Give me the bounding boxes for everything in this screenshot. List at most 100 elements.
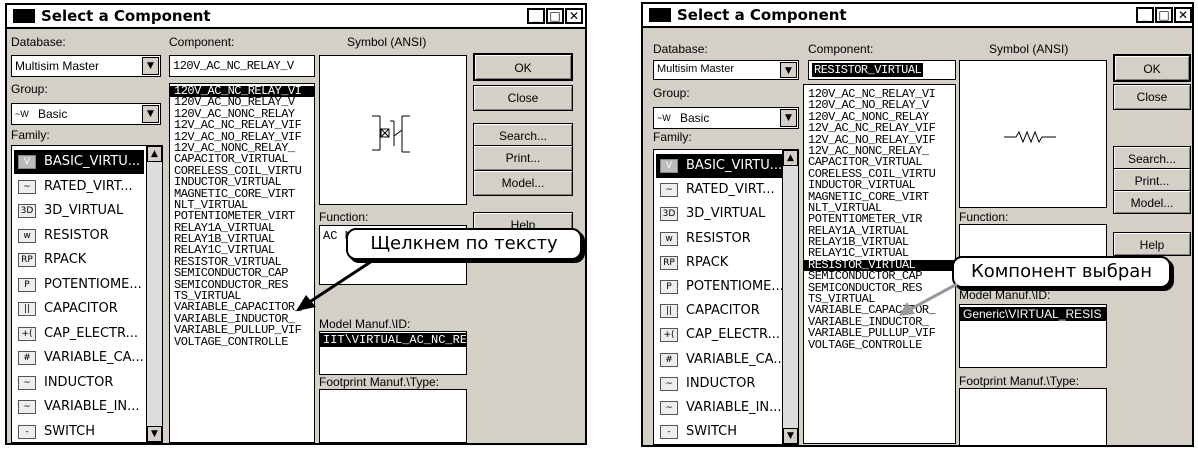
callout-click-text: Щелкнем по тексту: [346, 228, 582, 260]
component-input[interactable]: 120V_AC_NC_RELAY_V: [169, 55, 315, 77]
family-label: 3D_VIRTUAL: [44, 203, 124, 218]
print-button[interactable]: Print...: [473, 145, 573, 171]
family-item[interactable]: # VARIABLE_CA...: [14, 346, 144, 370]
window-title: Select a Component: [677, 6, 847, 24]
family-item[interactable]: +(CAP_ELECTR...: [656, 323, 786, 347]
model-list[interactable]: IIT\VIRTUAL_AC_NC_RE: [319, 331, 467, 375]
close-icon[interactable]: ✕: [1174, 7, 1192, 23]
family-icon: ~: [660, 183, 678, 198]
ok-button[interactable]: OK: [473, 53, 573, 81]
chevron-down-icon[interactable]: ▼: [142, 57, 159, 75]
close-button[interactable]: Close: [473, 85, 573, 111]
family-icon: -: [18, 424, 36, 439]
scroll-down-icon[interactable]: ▼: [147, 426, 162, 442]
footprint-list[interactable]: [959, 388, 1107, 446]
chevron-down-icon[interactable]: ▼: [142, 105, 159, 123]
family-item[interactable]: 3D 3D_VIRTUAL: [656, 202, 786, 226]
family-label: INDUCTOR: [44, 374, 114, 390]
family-item[interactable]: ~ INDUCTOR: [14, 371, 144, 395]
family-item[interactable]: || CAPACITOR: [14, 297, 144, 321]
family-label: CAP_ELECTR...: [686, 327, 780, 343]
model-list[interactable]: Generic\VIRTUAL_RESIS: [959, 304, 1107, 368]
print-button[interactable]: Print...: [1113, 168, 1191, 192]
family-item[interactable]: w RESISTOR: [14, 224, 144, 248]
family-label: RESISTOR: [44, 227, 109, 243]
family-item[interactable]: ~ RATED_VIRT...: [14, 175, 144, 199]
family-icon: ~: [660, 376, 678, 391]
minimize-icon[interactable]: _: [1136, 7, 1154, 23]
minimize-icon[interactable]: _: [527, 8, 545, 24]
component-list[interactable]: 120V_AC_NC_RELAY_VI 120V_AC_NO_RELAY_V 120…: [803, 84, 956, 444]
family-icon: RP: [18, 253, 36, 267]
function-label: Function:: [959, 210, 1009, 224]
family-icon: ||: [660, 304, 678, 319]
family-label: RESISTOR: [686, 230, 751, 246]
family-label: BASIC_VIRTU...: [44, 154, 141, 169]
chevron-down-icon[interactable]: ▼: [780, 62, 797, 78]
component-input[interactable]: RESISTOR_VIRTUAL: [808, 60, 956, 80]
group-select[interactable]: ~W Basic ▼: [11, 103, 161, 125]
chevron-down-icon[interactable]: ▼: [780, 109, 797, 127]
family-icon: #: [660, 352, 678, 367]
database-select[interactable]: Multisim Master ▼: [653, 60, 799, 80]
component-item[interactable]: VOLTAGE_CONTROLLE: [804, 338, 955, 351]
symbol-preview: [959, 60, 1107, 208]
group-value: Basic: [38, 107, 68, 121]
family-scrollbar[interactable]: ▲ ▼: [146, 146, 162, 442]
model-selected-item[interactable]: IIT\VIRTUAL_AC_NC_RE: [320, 333, 466, 347]
family-label: Family:: [653, 130, 692, 144]
family-icon: w: [18, 228, 36, 243]
family-item[interactable]: V BASIC_VIRTU...: [14, 150, 144, 174]
family-item[interactable]: || CAPACITOR: [656, 299, 786, 323]
family-item[interactable]: w RESISTOR: [656, 227, 786, 251]
ok-button[interactable]: OK: [1113, 54, 1191, 82]
family-icon: P: [18, 277, 36, 292]
family-item[interactable]: # VARIABLE_CA...: [656, 348, 786, 372]
family-scrollbar[interactable]: ▲ ▼: [782, 150, 798, 444]
family-label: VARIABLE_CA...: [686, 351, 786, 367]
family-item[interactable]: - SWITCH: [14, 420, 144, 444]
database-label: Database:: [11, 35, 66, 49]
family-item[interactable]: - SWITCH: [656, 420, 786, 444]
family-label: INDUCTOR: [686, 375, 756, 391]
help-button[interactable]: Help: [1113, 232, 1191, 256]
model-selected-item[interactable]: Generic\VIRTUAL_RESIS: [960, 307, 1106, 321]
family-item[interactable]: 3D 3D_VIRTUAL: [14, 199, 144, 223]
family-item[interactable]: P POTENTIOME...: [14, 273, 144, 297]
close-button[interactable]: Close: [1113, 84, 1191, 110]
close-icon[interactable]: ✕: [565, 8, 583, 24]
family-list[interactable]: V BASIC_VIRTU... ~ RATED_VIRT... 3D 3D_VIRTUA…: [653, 149, 799, 445]
family-label: POTENTIOME...: [44, 276, 142, 292]
footprint-list[interactable]: [319, 389, 467, 443]
family-list[interactable]: V BASIC_VIRTU... ~ RATED_VIRT... 3D 3D_VIRTUA…: [11, 145, 163, 443]
family-item[interactable]: ~ VARIABLE_IN...: [14, 395, 144, 419]
group-value: Basic: [680, 111, 710, 125]
scroll-down-icon[interactable]: ▼: [783, 428, 798, 444]
component-label: Component:: [169, 35, 235, 49]
search-button[interactable]: Search...: [1113, 146, 1191, 170]
family-item[interactable]: ~ INDUCTOR: [656, 372, 786, 396]
family-item[interactable]: ~ VARIABLE_IN...: [656, 396, 786, 420]
family-item[interactable]: ~ RATED_VIRT...: [656, 178, 786, 202]
callout-component-selected: Компонент выбран: [952, 256, 1171, 288]
footprint-label: Footprint Manuf.\Type:: [319, 375, 440, 389]
component-item[interactable]: VOLTAGE_CONTROLLE: [170, 335, 314, 348]
family-label: POTENTIOME...: [686, 279, 784, 294]
scroll-up-icon[interactable]: ▲: [783, 150, 798, 166]
family-icon: ~: [18, 400, 36, 414]
scroll-up-icon[interactable]: ▲: [147, 146, 162, 162]
family-item[interactable]: V BASIC_VIRTU...: [656, 154, 786, 178]
family-item[interactable]: P POTENTIOME...: [656, 275, 786, 299]
symbol-preview: [319, 55, 467, 205]
family-item[interactable]: +(CAP_ELECTR...: [14, 322, 144, 346]
family-item[interactable]: RP RPACK: [656, 251, 786, 275]
family-icon: V: [660, 159, 678, 173]
maximize-icon[interactable]: □: [546, 8, 564, 24]
family-icon: V: [18, 155, 36, 169]
database-select[interactable]: Multisim Master ▼: [11, 55, 161, 77]
model-button[interactable]: Model...: [473, 170, 573, 196]
family-item[interactable]: RP RPACK: [14, 248, 144, 272]
group-select[interactable]: ~W Basic ▼: [653, 107, 799, 129]
model-button[interactable]: Model...: [1113, 190, 1191, 214]
maximize-icon[interactable]: □: [1155, 7, 1173, 23]
